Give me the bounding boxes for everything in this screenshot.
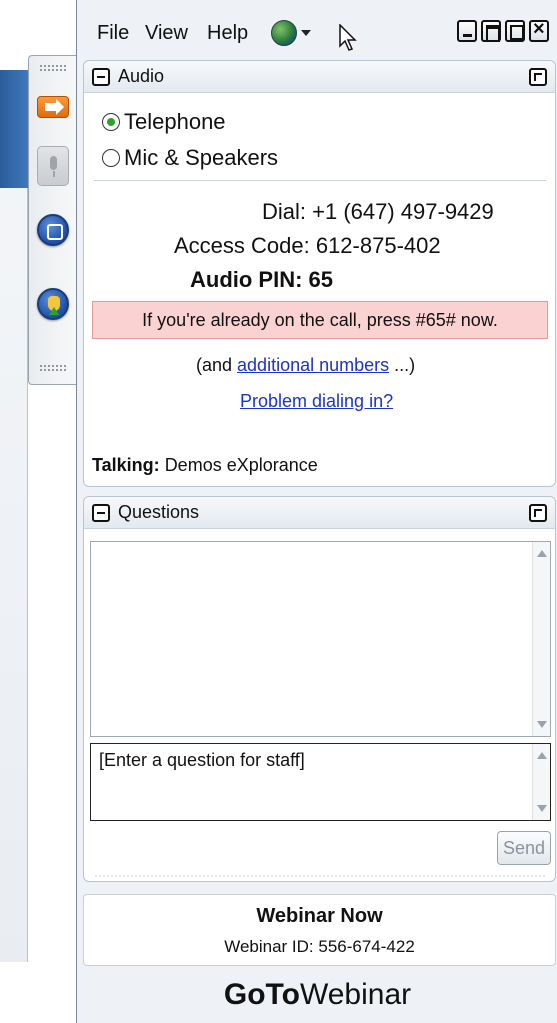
questions-section: Questions [Enter a question for staff] S… [83,496,556,882]
questions-title: Questions [118,502,200,522]
collapse-audio-button[interactable] [92,68,110,86]
gotowebinar-logo: GoToWebinar [77,978,557,1012]
question-input-placeholder: [Enter a question for staff] [99,750,305,770]
telephone-option[interactable]: Telephone [102,109,226,135]
raise-hand-icon[interactable] [37,288,69,320]
questions-log[interactable] [90,541,551,737]
question-input[interactable]: [Enter a question for staff] [90,743,551,821]
additional-numbers-link[interactable]: additional numbers [237,355,389,375]
divider [94,180,546,181]
collapse-questions-button[interactable] [92,504,110,522]
additional-numbers-line: (and additional numbers ...) [196,355,415,376]
question-input-scrollbar[interactable] [532,744,550,820]
screen-share-icon[interactable] [37,214,69,246]
minimize-button[interactable] [457,20,477,42]
logo-rest: Webinar [299,978,412,1011]
logo-bold: GoTo [223,978,300,1011]
popout-audio-button[interactable] [529,68,547,86]
mic-speakers-option[interactable]: Mic & Speakers [102,145,278,171]
popout-questions-button[interactable] [529,504,547,522]
control-panel: File View Help Audio Telephone Mic & Spe… [76,0,557,1023]
mouse-cursor-icon [339,24,357,51]
audio-title: Audio [118,66,165,86]
problem-dialing-line: Problem dialing in? [240,391,393,412]
menu-help[interactable]: Help [207,22,248,45]
chevron-down-icon[interactable] [301,30,311,36]
audio-header: Audio [84,61,555,93]
scroll-down-icon[interactable] [537,721,547,728]
globe-icon[interactable] [271,20,297,46]
webinar-info: Webinar Now Webinar ID: 556-674-422 [83,894,556,966]
orange-arrow-icon[interactable] [37,96,69,118]
audio-pin: Audio PIN: 65 [190,267,334,292]
call-notice: If you're already on the call, press #65… [92,301,548,339]
scroll-up-icon[interactable] [537,550,547,557]
problem-dialing-link[interactable]: Problem dialing in? [240,391,393,411]
additional-suffix: ...) [389,355,416,375]
webinar-name: Webinar Now [256,905,383,927]
maximize-button[interactable] [481,20,501,42]
microphone-icon[interactable] [37,146,69,186]
grip-top[interactable] [39,64,67,72]
grab-tab[interactable] [28,55,76,385]
menu-file[interactable]: File [97,22,129,45]
access-code: Access Code: 612-875-402 [174,233,441,258]
talking-name: Demos eXplorance [164,455,318,475]
questions-log-scrollbar[interactable] [532,542,550,736]
telephone-label: Telephone [124,109,226,134]
mic-speakers-label: Mic & Speakers [124,145,279,170]
dial-number: Dial: +1 (647) 497-9429 [262,199,494,224]
radio-telephone[interactable] [102,113,120,131]
talking-label: Talking: [92,455,160,475]
grip-bottom[interactable] [39,364,67,372]
scroll-down-icon[interactable] [537,805,547,812]
background-slide-blue [0,70,28,188]
restore-button[interactable] [505,20,525,42]
menu-view[interactable]: View [145,22,188,45]
background-slide [0,70,28,962]
webinar-id: Webinar ID: 556-674-422 [224,937,415,956]
additional-prefix: (and [196,355,238,375]
questions-header: Questions [84,497,555,529]
resize-grip[interactable] [94,875,546,877]
radio-mic-speakers[interactable] [102,149,120,167]
scroll-up-icon[interactable] [537,752,547,759]
audio-section: Audio Telephone Mic & Speakers Dial: +1 … [83,60,556,487]
menu-bar: File View Help [77,0,557,62]
close-button[interactable] [529,18,549,42]
talking-status: Talking: Demos eXplorance [92,455,318,476]
send-button[interactable]: Send [497,831,551,865]
